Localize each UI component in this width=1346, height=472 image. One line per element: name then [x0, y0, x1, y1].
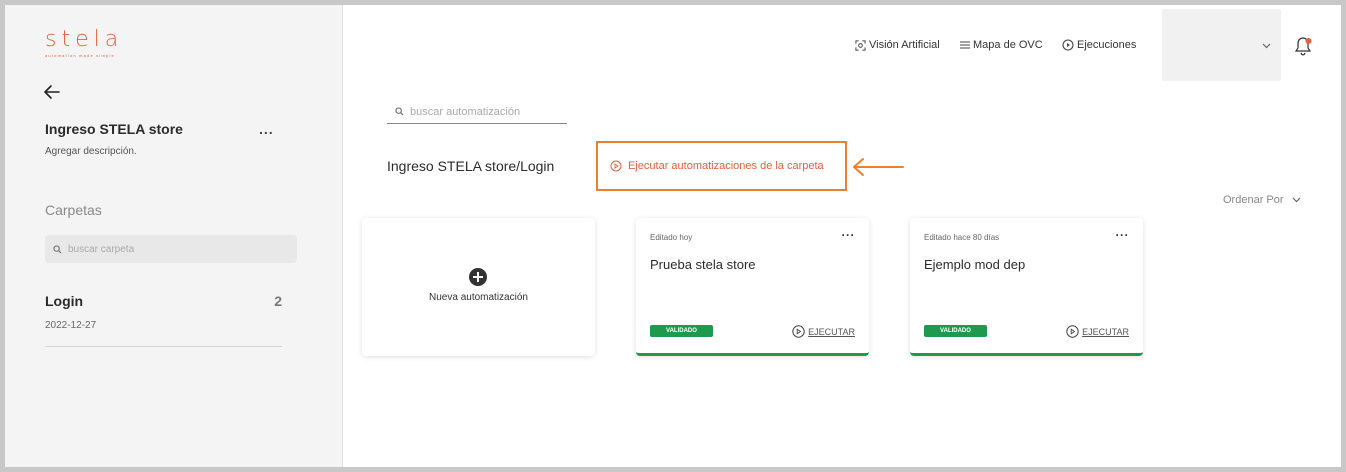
- folder-search: [45, 235, 297, 263]
- logo-wordmark: stela: [45, 27, 124, 52]
- folder-name: Login: [45, 293, 84, 309]
- nav-mapa-ovc[interactable]: Mapa de OVC: [960, 39, 1043, 51]
- user-menu[interactable]: [1162, 9, 1281, 81]
- folder-item-login[interactable]: Login 2 2022-12-27: [45, 289, 282, 347]
- menu-icon: [960, 41, 970, 49]
- chevron-down-icon: [1292, 197, 1300, 203]
- play-circle-icon: [610, 160, 622, 172]
- search-icon: [53, 244, 62, 254]
- automation-name: Prueba stela store: [650, 257, 756, 272]
- run-automation-button[interactable]: EJECUTAR: [1066, 325, 1129, 338]
- new-automation-card[interactable]: Nueva automatización: [362, 218, 595, 356]
- add-circle-icon: [469, 268, 487, 286]
- status-badge: VALIDADO: [924, 325, 987, 337]
- play-circle-icon: [1062, 39, 1074, 51]
- run-label: EJECUTAR: [808, 326, 855, 337]
- project-more-button[interactable]: ...: [259, 121, 274, 137]
- edited-date: Editado hace 80 días: [924, 233, 1000, 242]
- app-frame: stela automation made simple Ingreso STE…: [0, 0, 1346, 472]
- back-arrow-icon[interactable]: [43, 84, 65, 104]
- automation-search-input[interactable]: [410, 105, 560, 118]
- notification-bell-icon[interactable]: [1294, 35, 1314, 57]
- edited-date: Editado hoy: [650, 233, 693, 242]
- nav-label: Ejecuciones: [1077, 39, 1137, 51]
- nav-vision-artificial[interactable]: Visión Artificial: [855, 39, 940, 51]
- project-description[interactable]: Agregar descripción.: [45, 146, 137, 157]
- chevron-down-icon: [1262, 43, 1271, 49]
- run-automation-button[interactable]: EJECUTAR: [792, 325, 855, 338]
- status-badge: VALIDADO: [650, 325, 713, 337]
- annotation-arrow-icon: [853, 158, 904, 176]
- sort-dropdown[interactable]: Ordenar Por: [1223, 194, 1301, 206]
- nav-ejecuciones[interactable]: Ejecuciones: [1062, 39, 1136, 51]
- run-folder-automations-button[interactable]: Ejecutar automatizaciones de la carpeta: [596, 141, 847, 191]
- folder-count: 2: [274, 293, 282, 309]
- new-automation-label: Nueva automatización: [429, 292, 528, 303]
- automation-card[interactable]: Editado hoy ··· Prueba stela store VALID…: [636, 218, 869, 356]
- vision-icon: [855, 39, 866, 51]
- automation-name: Ejemplo mod dep: [924, 257, 1026, 272]
- run-folder-label: Ejecutar automatizaciones de la carpeta: [628, 160, 824, 172]
- project-title: Ingreso STELA store: [45, 121, 183, 137]
- folder-date: 2022-12-27: [45, 320, 97, 331]
- nav-label: Mapa de OVC: [973, 39, 1043, 51]
- play-circle-icon: [792, 325, 805, 338]
- sidebar: stela automation made simple Ingreso STE…: [5, 5, 343, 467]
- run-label: EJECUTAR: [1082, 326, 1129, 337]
- sort-label: Ordenar Por: [1223, 194, 1284, 206]
- automation-card[interactable]: Editado hace 80 días ··· Ejemplo mod dep…: [910, 218, 1143, 356]
- folders-heading: Carpetas: [45, 202, 102, 218]
- logo-tagline: automation made simple: [45, 53, 115, 58]
- stela-logo: stela automation made simple: [45, 27, 123, 58]
- search-icon: [395, 107, 404, 116]
- card-more-button[interactable]: ···: [842, 228, 856, 242]
- card-more-button[interactable]: ···: [1116, 228, 1130, 242]
- nav-label: Visión Artificial: [869, 39, 940, 51]
- play-circle-icon: [1066, 325, 1079, 338]
- automation-search: [387, 100, 567, 124]
- folder-search-input[interactable]: [68, 243, 268, 255]
- folder-breadcrumb: Ingreso STELA store/Login: [387, 158, 555, 174]
